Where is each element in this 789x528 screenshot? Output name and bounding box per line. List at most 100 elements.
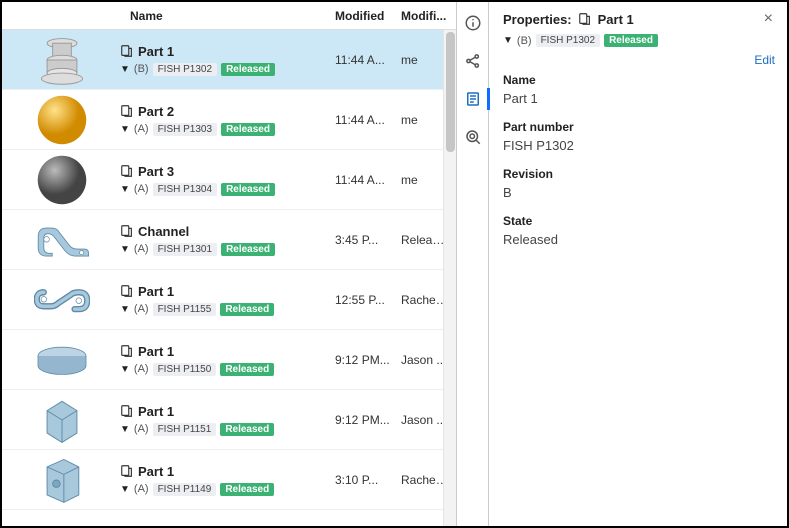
row-thumbnail bbox=[2, 270, 120, 330]
row-thumbnail bbox=[2, 30, 120, 90]
row-name: Part 1 bbox=[138, 344, 174, 359]
part-doc-icon bbox=[120, 104, 134, 118]
properties-pn-tag: FISH P1302 bbox=[536, 34, 600, 47]
row-thumbnail bbox=[2, 150, 120, 210]
where-used-icon[interactable] bbox=[464, 128, 482, 146]
row-main: Part 1▼(B)FISH P1302Released bbox=[120, 38, 335, 82]
row-name: Part 2 bbox=[138, 104, 174, 119]
revision-icon: ▼ bbox=[120, 64, 130, 75]
row-pn-tag: FISH P1304 bbox=[153, 183, 217, 196]
row-pn-tag: FISH P1301 bbox=[153, 243, 217, 256]
row-modified: 11:44 A... bbox=[335, 173, 401, 187]
properties-header: Properties: Part 1 × bbox=[503, 10, 775, 28]
col-name-header[interactable]: Name bbox=[130, 9, 335, 23]
row-main: Part 1 bbox=[120, 524, 335, 526]
row-main: Channel ▼ (A) FISH P1301 Released bbox=[120, 218, 335, 262]
revision-icon: ▼ bbox=[120, 304, 130, 315]
row-name: Part 1 bbox=[138, 464, 174, 479]
prop-pn-label: Part number bbox=[503, 120, 775, 134]
col-modifiedby-header[interactable]: Modifi... bbox=[401, 9, 456, 23]
part-doc-icon bbox=[120, 164, 134, 178]
share-icon[interactable] bbox=[464, 52, 482, 70]
prop-rev-value: B bbox=[503, 185, 775, 200]
properties-title-label: Properties: bbox=[503, 12, 572, 27]
row-name: Part 1 bbox=[138, 284, 174, 299]
properties-tags: ▼ (B) FISH P1302 Released bbox=[503, 34, 775, 47]
properties-toolstrip bbox=[457, 2, 489, 526]
part-doc-icon bbox=[120, 344, 134, 358]
part-doc-icon bbox=[120, 464, 134, 478]
row-pn-tag: FISH P1303 bbox=[153, 123, 217, 136]
row-status-tag: Released bbox=[220, 303, 274, 316]
table-row[interactable]: Part 1▼(A)FISH P1150Released9:12 PM...Ja… bbox=[2, 330, 456, 390]
row-pn-tag: FISH P1155 bbox=[153, 303, 217, 316]
properties-panel: Properties: Part 1 × ▼ (B) FISH P1302 Re… bbox=[489, 2, 787, 526]
row-pn-tag: FISH P1302 bbox=[153, 63, 217, 76]
document-list-panel: Name Modified Modifi... Part 1 ▼ (B) FISH P… bbox=[2, 2, 457, 526]
row-thumbnail bbox=[2, 90, 120, 150]
table-row[interactable]: Part 1▼(B)FISH P1302Released11:44 A...me bbox=[2, 30, 456, 90]
revision-icon: ▼ bbox=[120, 484, 130, 495]
info-icon[interactable] bbox=[464, 14, 482, 32]
revision-icon: ▼ bbox=[120, 424, 130, 435]
row-pn-tag: FISH P1150 bbox=[153, 363, 217, 376]
row-rev: (A) bbox=[134, 123, 149, 135]
revision-icon: ▼ bbox=[120, 244, 130, 255]
table-row[interactable]: Channel ▼ (A) FISH P1301 Released3:45 P... Re… bbox=[2, 210, 456, 270]
part-doc-icon bbox=[120, 284, 134, 298]
list-body: Part 1▼(B)FISH P1302Released11:44 A...me… bbox=[2, 30, 456, 526]
row-rev: (A) bbox=[134, 243, 149, 255]
row-modified: 12:55 P... bbox=[335, 293, 401, 307]
row-modified: 11:44 A... bbox=[335, 53, 401, 67]
row-modified: 9:12 PM... bbox=[335, 353, 401, 367]
properties-status-tag: Released bbox=[604, 34, 658, 47]
row-pn-tag: FISH P1151 bbox=[153, 423, 217, 436]
row-pn-tag: FISH P1149 bbox=[153, 483, 217, 496]
close-icon[interactable]: × bbox=[762, 10, 775, 28]
prop-state-value: Released bbox=[503, 232, 775, 247]
table-row[interactable]: Part 11:45 P... bbox=[2, 510, 456, 526]
properties-rev: (B) bbox=[517, 35, 532, 47]
revision-icon: ▼ bbox=[120, 124, 130, 135]
row-status-tag: Released bbox=[220, 483, 274, 496]
prop-state-label: State bbox=[503, 214, 775, 228]
row-status-tag: Released bbox=[221, 123, 275, 136]
row-status-tag: Released bbox=[221, 243, 275, 256]
row-main: Part 1 ▼ (A) FISH P1149Released bbox=[120, 458, 335, 502]
row-main: Part 1 ▼ (A) FISH P1151Released bbox=[120, 398, 335, 442]
table-row[interactable]: Part 1▼(A)FISH P1149Released3:10 P...Rac… bbox=[2, 450, 456, 510]
row-main: Part 2 ▼ (A) FISH P1303 Released bbox=[120, 98, 335, 142]
prop-name-value: Part 1 bbox=[503, 91, 775, 106]
row-modified: 3:10 P... bbox=[335, 473, 401, 487]
row-rev: (B) bbox=[134, 63, 149, 75]
table-row[interactable]: Part 1▼(A)FISH P1151Released9:12 PM...Ja… bbox=[2, 390, 456, 450]
revision-icon: ▼ bbox=[503, 35, 513, 46]
row-name: Part 1 bbox=[138, 404, 174, 419]
revision-icon: ▼ bbox=[120, 184, 130, 195]
part-doc-icon bbox=[120, 224, 134, 238]
row-status-tag: Released bbox=[220, 423, 274, 436]
table-row[interactable]: Part 1▼(A)FISH P1155Released12:55 P...Ra… bbox=[2, 270, 456, 330]
row-modified: 3:45 P... bbox=[335, 233, 401, 247]
row-status-tag: Released bbox=[221, 183, 275, 196]
row-thumbnail bbox=[2, 510, 120, 527]
edit-link[interactable]: Edit bbox=[754, 53, 775, 67]
row-thumbnail bbox=[2, 330, 120, 390]
row-status-tag: Released bbox=[221, 63, 275, 76]
list-header: Name Modified Modifi... bbox=[2, 2, 456, 30]
row-name: Part 3 bbox=[138, 164, 174, 179]
row-main: Part 1▼(A)FISH P1150Released bbox=[120, 338, 335, 382]
row-main: Part 3▼(A)FISH P1304Released bbox=[120, 158, 335, 202]
col-modified-header[interactable]: Modified bbox=[335, 9, 401, 23]
prop-name-label: Name bbox=[503, 73, 775, 87]
table-row[interactable]: Part 3▼(A)FISH P1304Released11:44 A...me bbox=[2, 150, 456, 210]
row-name: Channel bbox=[138, 224, 189, 239]
table-row[interactable]: Part 2▼(A)FISH P1303Released11:44 A...me bbox=[2, 90, 456, 150]
row-rev: (A) bbox=[134, 423, 149, 435]
row-status-tag: Released bbox=[220, 363, 274, 376]
row-rev: (A) bbox=[134, 303, 149, 315]
row-main: Part 1 ▼ (A) FISH P1155Released bbox=[120, 278, 335, 322]
details-icon[interactable] bbox=[464, 90, 482, 108]
row-rev: (A) bbox=[134, 483, 149, 495]
list-scrollbar[interactable] bbox=[443, 30, 456, 526]
